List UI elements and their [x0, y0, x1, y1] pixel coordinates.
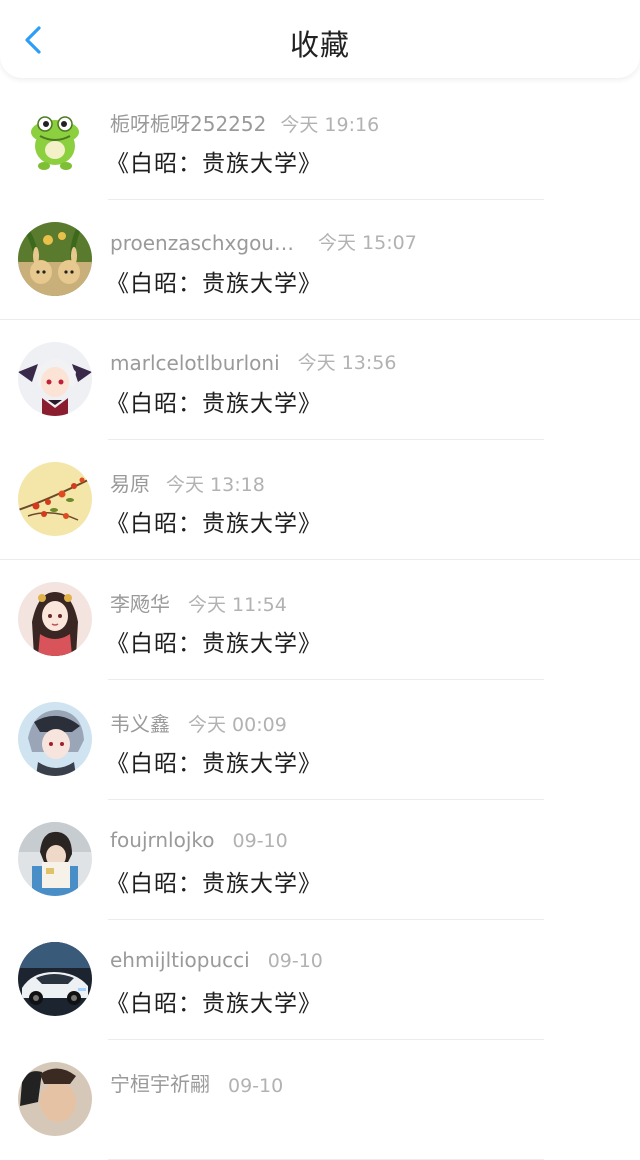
avatar[interactable]	[18, 822, 92, 896]
item-meta: 韦义鑫 今天 00:09	[110, 708, 287, 737]
book-title[interactable]: 《白昭：贵族大学》	[106, 624, 322, 658]
timestamp: 今天 15:07	[317, 232, 417, 254]
item-meta: 栀呀栀呀252252 今天 19:16	[110, 108, 379, 137]
avatar[interactable]	[18, 222, 92, 296]
item-meta: foujrnlojko 09-10	[110, 828, 288, 852]
timestamp: 今天 13:18	[166, 474, 265, 496]
timestamp: 09-10	[232, 830, 288, 852]
avatar[interactable]	[18, 702, 92, 776]
item-meta: 易原 今天 13:18	[110, 468, 265, 497]
anime-girl-avatar-icon	[18, 582, 92, 656]
timestamp: 今天 19:16	[280, 114, 380, 136]
username[interactable]: foujrnlojko	[110, 828, 215, 852]
book-title[interactable]: 《白昭：贵族大学》	[106, 504, 322, 538]
avatar[interactable]	[18, 1062, 92, 1136]
book-title[interactable]: 《白昭：贵族大学》	[106, 144, 322, 178]
item-meta: marlcelotlburloni 今天 13:56	[110, 348, 396, 375]
book-title[interactable]: 《白昭：贵族大学》	[106, 264, 322, 298]
book-title[interactable]: 《白昭：贵族大学》	[106, 384, 322, 418]
person-photo-avatar-icon	[18, 1062, 92, 1136]
username[interactable]: 韦义鑫	[110, 708, 170, 737]
favorite-item[interactable]: 韦义鑫 今天 00:09 《白昭：贵族大学》	[0, 680, 640, 800]
white-car-avatar-icon	[18, 942, 92, 1016]
rabbits-plants-avatar-icon	[18, 222, 92, 296]
favorite-item[interactable]: 宁桓宇祈翤 09-10	[0, 1040, 640, 1160]
favorite-item[interactable]: ehmijltiopucci 09-10 《白昭：贵族大学》	[0, 920, 640, 1040]
book-title[interactable]: 《白昭：贵族大学》	[106, 744, 322, 778]
username[interactable]: ehmijltiopucci	[110, 948, 250, 972]
item-meta: proenzaschxgou… 今天 15:07	[110, 228, 417, 255]
favorite-item[interactable]: 李飏华 今天 11:54 《白昭：贵族大学》	[0, 560, 640, 680]
avatar[interactable]	[18, 582, 92, 656]
page-title: 收藏	[289, 28, 350, 62]
favorite-item[interactable]: marlcelotlburloni 今天 13:56 《白昭：贵族大学》	[0, 320, 640, 440]
username[interactable]: 李飏华	[110, 588, 170, 617]
favorite-item[interactable]: 易原 今天 13:18 《白昭：贵族大学》	[0, 440, 640, 560]
username[interactable]: proenzaschxgou…	[110, 231, 294, 255]
favorite-item[interactable]: foujrnlojko 09-10 《白昭：贵族大学》	[0, 800, 640, 920]
item-meta: 李飏华 今天 11:54	[110, 588, 287, 617]
avatar[interactable]	[18, 462, 92, 536]
favorite-item[interactable]: 栀呀栀呀252252 今天 19:16 《白昭：贵族大学》	[0, 80, 640, 200]
timestamp: 09-10	[228, 1075, 284, 1097]
username[interactable]: 宁桓宇祈翤	[110, 1068, 210, 1097]
red-flowers-avatar-icon	[18, 462, 92, 536]
top-bar: 收藏	[0, 0, 640, 78]
timestamp: 今天 13:56	[297, 352, 397, 374]
username[interactable]: marlcelotlburloni	[110, 351, 280, 375]
avatar[interactable]	[18, 942, 92, 1016]
person-reading-avatar-icon	[18, 822, 92, 896]
timestamp: 今天 00:09	[188, 714, 287, 736]
timestamp: 今天 11:54	[188, 594, 287, 616]
book-title[interactable]: 《白昭：贵族大学》	[106, 864, 322, 898]
favorite-item[interactable]: proenzaschxgou… 今天 15:07 《白昭：贵族大学》	[0, 200, 640, 320]
username[interactable]: 易原	[110, 468, 150, 497]
anime-vampire-avatar-icon	[18, 342, 92, 416]
item-meta: ehmijltiopucci 09-10	[110, 948, 323, 972]
item-meta: 宁桓宇祈翤 09-10	[110, 1068, 283, 1097]
avatar[interactable]	[18, 102, 92, 176]
favorites-list: 栀呀栀呀252252 今天 19:16 《白昭：贵族大学》 proenzasch…	[0, 80, 640, 1160]
avatar[interactable]	[18, 342, 92, 416]
anime-boy-avatar-icon	[18, 702, 92, 776]
username[interactable]: 栀呀栀呀252252	[110, 108, 266, 137]
book-title[interactable]: 《白昭：贵族大学》	[106, 984, 322, 1018]
timestamp: 09-10	[267, 950, 323, 972]
green-dinosaur-avatar-icon	[18, 102, 92, 176]
